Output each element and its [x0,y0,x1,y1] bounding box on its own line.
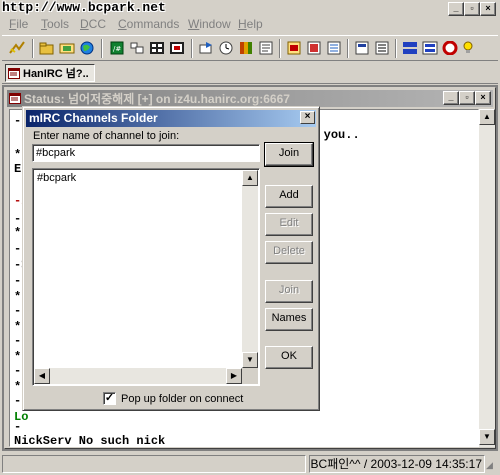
edit-button[interactable]: Edit [265,213,313,236]
window-list-icon[interactable] [401,39,419,57]
join-button-top[interactable]: Join [264,142,314,167]
channel-list[interactable]: #bcpark ▲ ▼ ◀ ▶ [32,168,260,386]
connect-icon[interactable] [8,39,26,57]
colors-icon[interactable] [237,39,255,57]
restore-button[interactable]: ▫ [464,2,480,16]
globe-icon[interactable] [78,39,96,57]
popup-on-connect-label: Pop up folder on connect [121,392,244,405]
scroll-down-arrow-icon[interactable]: ▼ [242,352,258,368]
menu-tools[interactable]: Tools [41,17,69,31]
menu-help[interactable]: Help [238,17,263,31]
popup-on-connect-checkbox[interactable]: ✓ [103,392,116,405]
log-line: - [14,242,22,256]
bulb-icon[interactable] [459,39,477,57]
close-button[interactable]: × [480,2,496,16]
log-line: - [14,420,22,434]
switchbar: HanIRC 넘?.. [2,62,498,84]
watermark-text: http://www.bcpark.net [2,0,166,15]
status-window-icon [8,67,20,79]
list-item[interactable]: #bcpark [37,172,76,184]
scroll-up-arrow-icon[interactable]: ▲ [242,170,258,186]
log-line: - [14,304,22,318]
scripts-icon[interactable] [168,39,186,57]
arrange-icon[interactable] [373,39,391,57]
names-button[interactable]: Names [265,308,313,331]
menu-dcc[interactable]: DCC [80,17,106,31]
log-line: - [14,334,22,348]
log-line: NickServ No such nick [14,434,166,447]
add-button[interactable]: Add [265,185,313,208]
scroll-left-arrow-icon[interactable]: ◀ [34,368,50,384]
dialog-close-button[interactable]: × [300,111,315,124]
log-line: * [14,350,22,364]
status-window-titlebar[interactable]: Status: 넘어저중해제 [+] on iz4u.hanirc.org:66… [7,90,493,107]
log-line: - [14,212,22,226]
scrollbar-corner [242,368,258,384]
ok-button[interactable]: OK [265,346,313,369]
scroll-down-arrow-icon[interactable]: ▼ [479,429,495,445]
status-window-title: Status: 넘어저중해제 [+] on iz4u.hanirc.org:66… [24,92,290,106]
channel-list-vertical-scrollbar[interactable]: ▲ ▼ [242,170,258,368]
svg-text:/#: /# [113,45,121,53]
tile-vertical-icon[interactable] [325,39,343,57]
menu-file[interactable]: File [9,17,28,31]
channel-prompt-label: Enter name of channel to join: [33,130,180,142]
timer-icon[interactable] [217,39,235,57]
list-icon[interactable] [148,39,166,57]
folder-icon[interactable] [38,39,56,57]
status-restore-button[interactable]: ▫ [459,91,475,105]
switchbar-tab-hanirc[interactable]: HanIRC 넘?.. [5,64,95,82]
tile-horizontal-icon[interactable] [305,39,323,57]
channels-icon[interactable] [128,39,146,57]
popup-on-connect-option[interactable]: ✓ Pop up folder on connect [103,392,243,405]
notify-icon[interactable] [257,39,275,57]
status-close-button[interactable]: × [475,91,491,105]
resize-grip-icon[interactable]: ◢ [486,460,498,472]
log-icon[interactable] [285,39,303,57]
status-minimize-button[interactable]: _ [443,91,459,105]
log-line: * [14,380,22,394]
status-window-icon [9,93,21,104]
channels-folder-dialog: mIRC Channels Folder × Enter name of cha… [22,106,320,411]
log-line: * [14,320,22,334]
join-button[interactable]: Join [265,280,313,303]
status-window-controls: _ ▫ × [443,91,491,105]
about-icon[interactable] [421,39,439,57]
switchbar-tab-label: HanIRC 넘?.. [23,68,89,80]
log-line: - [14,114,22,128]
log-line: - [14,274,22,288]
address-book-icon[interactable]: /# [108,39,126,57]
statusbar-panel [2,455,306,473]
help-icon[interactable] [441,39,459,57]
menu-window[interactable]: Window [188,17,231,31]
log-line: - [14,364,22,378]
options-icon[interactable] [58,39,76,57]
delete-button[interactable]: Delete [265,241,313,264]
cascade-icon[interactable] [353,39,371,57]
toolbar: /# [2,35,498,61]
dialog-title[interactable]: mIRC Channels Folder [26,110,316,127]
menu-commands[interactable]: Commands [118,17,179,31]
channel-list-horizontal-scrollbar[interactable]: ◀ ▶ [34,368,242,384]
main-window-controls: _ ▫ × [448,2,496,16]
statusbar: BC패인^^ / 2003-12-09 14:35:17 ◢ [0,453,500,475]
menubar: File Tools DCC Commands Window Help [0,16,500,34]
log-line: * [14,226,22,240]
channel-name-input[interactable]: #bcpark [32,144,260,162]
log-line: * [14,290,22,304]
scroll-up-arrow-icon[interactable]: ▲ [479,109,495,125]
scroll-right-arrow-icon[interactable]: ▶ [226,368,242,384]
minimize-button[interactable]: _ [448,2,464,16]
log-line: - [14,394,22,408]
mirc-main-window: http://www.bcpark.net File Tools DCC Com… [0,0,500,475]
dcc-send-icon[interactable] [197,39,215,57]
status-vertical-scrollbar[interactable]: ▲ ▼ [479,109,495,447]
statusbar-clock: BC패인^^ / 2003-12-09 14:35:17 [309,455,485,473]
